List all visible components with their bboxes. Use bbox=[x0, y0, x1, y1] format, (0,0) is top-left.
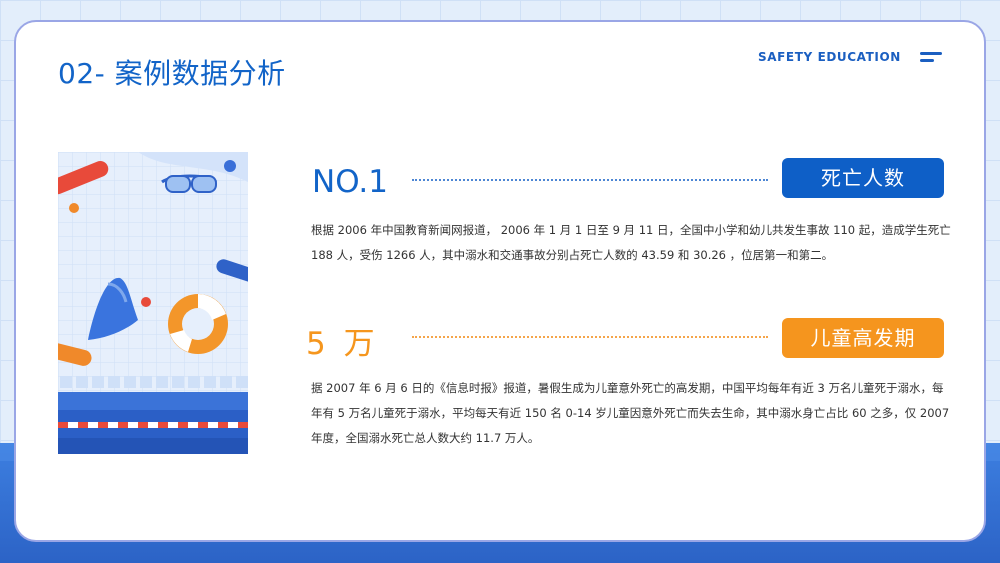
stat-tag-peak-period: 儿童高发期 bbox=[782, 318, 944, 358]
stat-number-2: 5 万 bbox=[306, 326, 379, 362]
dotted-divider-1 bbox=[412, 179, 768, 181]
stat-tag-deaths: 死亡人数 bbox=[782, 158, 944, 198]
stat-number-1: NO.1 bbox=[312, 164, 388, 200]
brand-label: SAFETY EDUCATION bbox=[758, 50, 901, 64]
swimming-pool-illustration bbox=[58, 152, 248, 454]
page-title: 02- 案例数据分析 bbox=[58, 57, 286, 90]
menu-icon[interactable] bbox=[920, 52, 942, 64]
stat-paragraph-1: 根据 2006 年中国教育新闻网报道， 2006 年 1 月 1 日至 9 月 … bbox=[311, 223, 951, 262]
slide-card: 02- 案例数据分析 SAFETY EDUCATION NO.1 死亡人数 根据… bbox=[14, 20, 986, 542]
goggles-icon bbox=[161, 174, 218, 193]
dotted-divider-2 bbox=[412, 336, 768, 338]
life-ring-icon bbox=[168, 294, 228, 354]
stat-paragraph-2: 据 2007 年 6 月 6 日的《信息时报》报道，暑假生成为儿童意外死亡的高发… bbox=[311, 381, 950, 445]
